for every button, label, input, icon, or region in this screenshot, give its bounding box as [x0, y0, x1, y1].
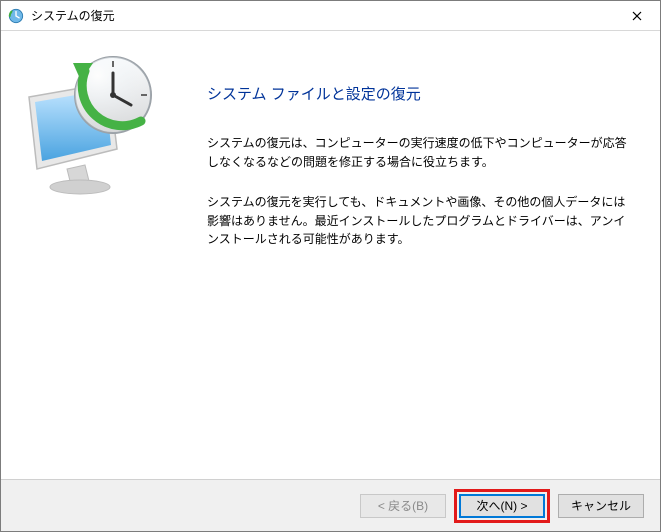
close-icon — [632, 11, 642, 21]
titlebar: システムの復元 — [1, 1, 660, 31]
content-column: システム ファイルと設定の復元 システムの復元は、コンピューターの実行速度の低下… — [191, 31, 660, 479]
next-button[interactable]: 次へ(N) > — [459, 494, 545, 518]
description-paragraph-2: システムの復元を実行しても、ドキュメントや画像、その他の個人データには影響はあり… — [207, 193, 632, 249]
dialog-body: システム ファイルと設定の復元 システムの復元は、コンピューターの実行速度の低下… — [1, 31, 660, 479]
system-restore-illustration — [23, 53, 163, 203]
next-button-highlight: 次へ(N) > — [454, 489, 550, 523]
description-paragraph-1: システムの復元は、コンピューターの実行速度の低下やコンピューターが応答しなくなる… — [207, 134, 632, 171]
page-heading: システム ファイルと設定の復元 — [207, 83, 632, 104]
system-restore-dialog: システムの復元 — [0, 0, 661, 532]
cancel-button[interactable]: キャンセル — [558, 494, 644, 518]
window-title: システムの復元 — [31, 7, 614, 24]
system-restore-icon — [7, 7, 25, 25]
illustration-column — [1, 31, 191, 479]
dialog-footer: < 戻る(B) 次へ(N) > キャンセル — [1, 479, 660, 531]
back-button: < 戻る(B) — [360, 494, 446, 518]
close-button[interactable] — [614, 1, 660, 31]
